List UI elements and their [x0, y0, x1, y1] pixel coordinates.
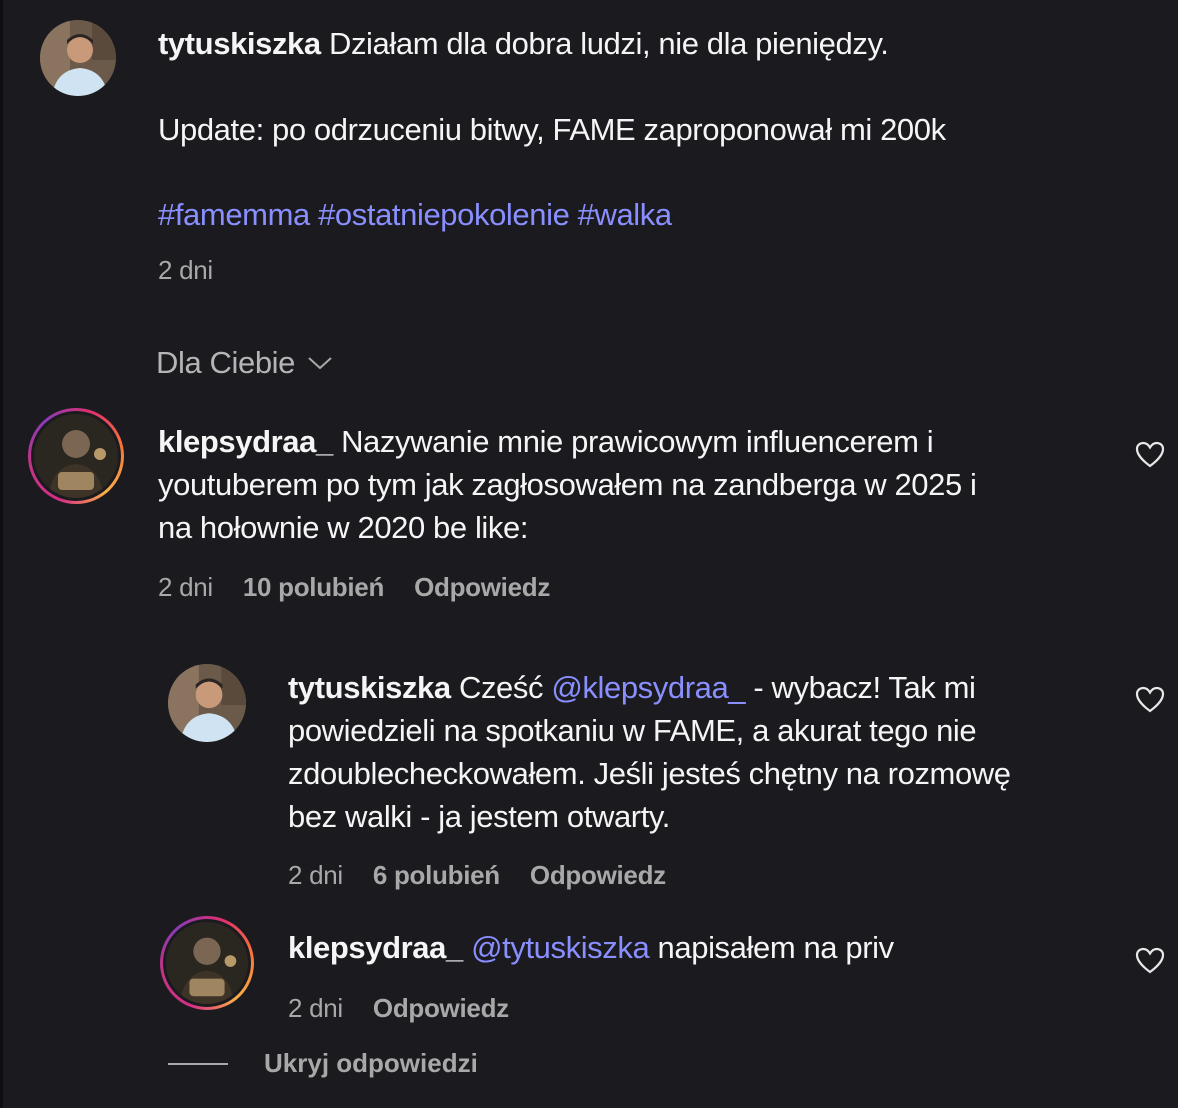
- mention-link[interactable]: @tytuskiszka: [471, 930, 650, 965]
- post-caption-update: Update: po odrzuceniu bitwy, FAME zaprop…: [158, 108, 1118, 151]
- commenter-avatar[interactable]: [28, 408, 124, 504]
- post-author-username[interactable]: tytuskiszka: [158, 26, 321, 61]
- like-heart-icon[interactable]: [1135, 686, 1165, 714]
- divider-line: [168, 1062, 228, 1065]
- reply-author-username[interactable]: tytuskiszka: [288, 670, 451, 705]
- mention-link[interactable]: @klepsydraa_: [551, 670, 745, 705]
- comment-line: Nazywanie mnie prawicowym influencerem i: [341, 424, 934, 459]
- reply-line: zdoublecheckowałem. Jeśli jesteś chętny …: [288, 756, 1011, 791]
- user-photo-icon: [168, 664, 246, 742]
- post-hashtags: #famemma #ostatniepokolenie #walka: [158, 193, 1118, 236]
- user-photo-icon: [34, 414, 118, 498]
- reply-likes[interactable]: 6 polubień: [373, 860, 500, 891]
- reply-button[interactable]: Odpowiedz: [414, 572, 550, 603]
- reply-line: napisałem na priv: [657, 930, 895, 965]
- reply-meta: 2 dni Odpowiedz: [288, 993, 509, 1024]
- reply-line: bez walki - ja jestem otwarty.: [288, 799, 670, 834]
- comment-line: youtuberem po tym jak zagłosowałem na za…: [158, 467, 977, 502]
- reply-text: klepsydraa_ @tytuskiszka napisałem na pr…: [288, 926, 1118, 969]
- window-edge: [0, 0, 3, 1108]
- post-author-avatar[interactable]: [40, 20, 116, 96]
- reply-meta: 2 dni 6 polubień Odpowiedz: [288, 860, 666, 891]
- reply-line: - wybacz! Tak mi: [753, 670, 976, 705]
- comment-meta: 2 dni 10 polubień Odpowiedz: [158, 572, 550, 603]
- reply-author-avatar[interactable]: [160, 916, 254, 1010]
- post-caption: tytuskiszka Działam dla dobra ludzi, nie…: [158, 22, 1118, 65]
- reply-greeting: Cześć: [458, 670, 544, 705]
- user-photo-icon: [40, 20, 116, 96]
- reply-time: 2 dni: [288, 993, 343, 1023]
- user-photo-icon: [166, 922, 248, 1004]
- reply-text: tytuskiszka Cześć @klepsydraa_ - wybacz!…: [288, 666, 1118, 838]
- reply-time: 2 dni: [288, 860, 343, 890]
- commenter-username[interactable]: klepsydraa_: [158, 424, 333, 459]
- hide-replies-button[interactable]: Ukryj odpowiedzi: [168, 1048, 478, 1079]
- hashtag-link[interactable]: #ostatniepokolenie: [318, 197, 570, 232]
- like-heart-icon[interactable]: [1135, 947, 1165, 975]
- sort-label: Dla Ciebie: [156, 345, 296, 380]
- comment-text: klepsydraa_ Nazywanie mnie prawicowym in…: [158, 420, 1118, 549]
- hashtag-link[interactable]: #famemma: [158, 197, 310, 232]
- like-heart-icon[interactable]: [1135, 441, 1165, 469]
- comment-line: na hołownie w 2020 be like:: [158, 510, 529, 545]
- hide-replies-label: Ukryj odpowiedzi: [264, 1048, 478, 1078]
- reply-author-avatar[interactable]: [168, 664, 246, 742]
- post-time: 2 dni: [158, 255, 213, 285]
- reply-author-username[interactable]: klepsydraa_: [288, 930, 463, 965]
- comment-time: 2 dni: [158, 572, 213, 602]
- comment-likes[interactable]: 10 polubień: [243, 572, 384, 603]
- chevron-down-icon: [308, 357, 332, 370]
- reply-button[interactable]: Odpowiedz: [373, 993, 509, 1024]
- post-caption-line2: Update: po odrzuceniu bitwy, FAME zaprop…: [158, 112, 946, 147]
- reply-line: powiedzieli na spotkaniu w FAME, a akura…: [288, 713, 977, 748]
- sort-dropdown[interactable]: Dla Ciebie: [156, 345, 333, 381]
- hashtag-link[interactable]: #walka: [578, 197, 673, 232]
- post-caption-line1: Działam dla dobra ludzi, nie dla pienięd…: [328, 26, 889, 61]
- post-meta: 2 dni: [158, 255, 213, 286]
- reply-button[interactable]: Odpowiedz: [530, 860, 666, 891]
